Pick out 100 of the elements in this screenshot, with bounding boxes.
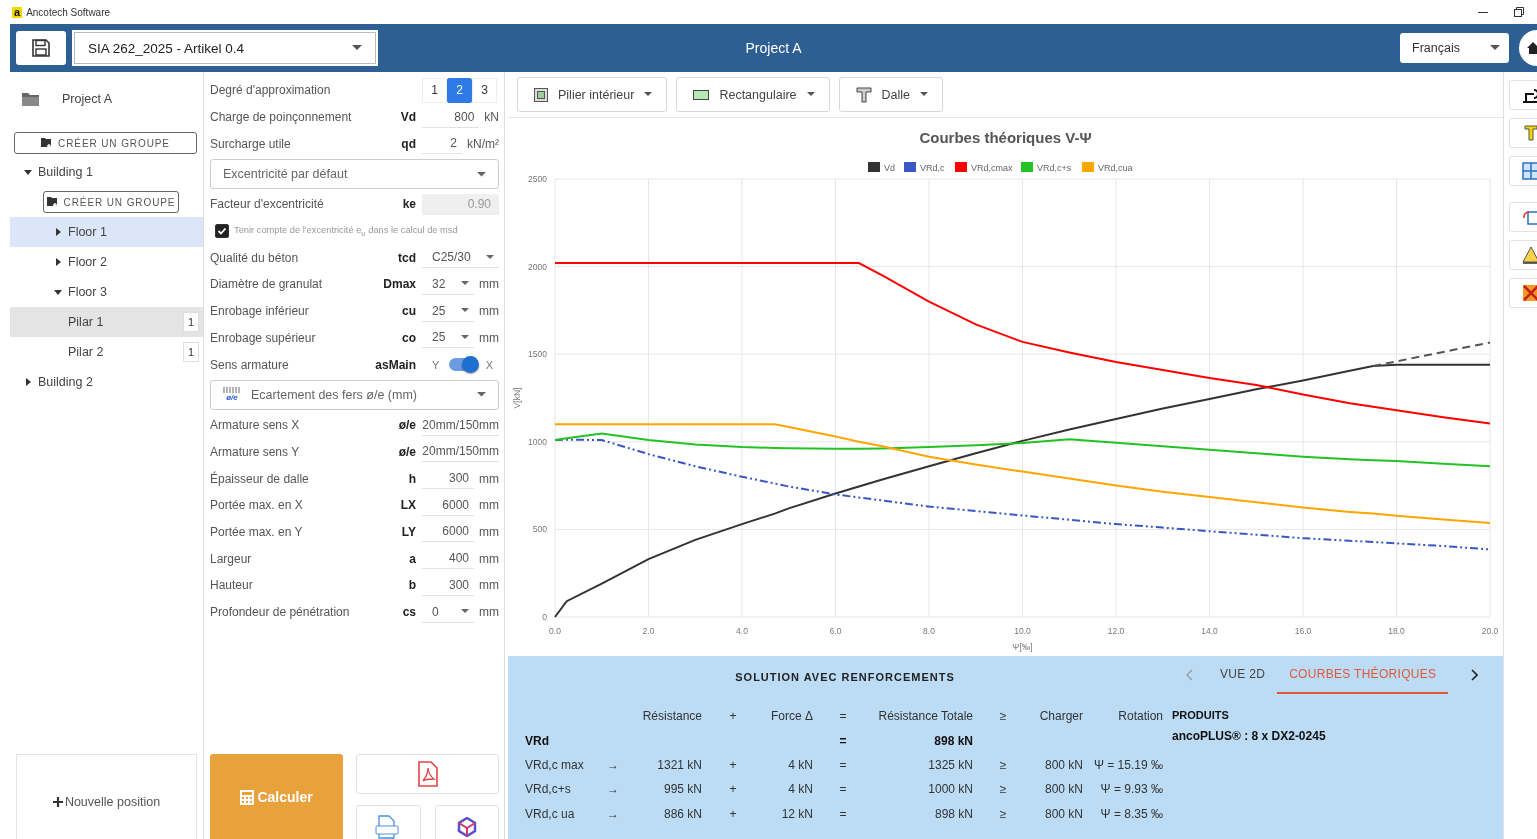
checkbox[interactable] (215, 224, 229, 239)
pdf-icon (416, 761, 439, 787)
approximation-option[interactable]: 1 (422, 77, 447, 103)
folder-add-icon (41, 138, 53, 148)
field-label: Enrobage supérieur (210, 330, 317, 345)
table-cell-text: 898 kN (933, 733, 973, 748)
y-axis-title: V[kN] (512, 387, 522, 409)
tree-item[interactable]: Floor 1 (10, 217, 203, 247)
caret-icon (486, 254, 494, 260)
tree-item[interactable]: Building 1 (10, 157, 203, 187)
toggle-label: Y (432, 358, 440, 371)
unit-label: mm (479, 578, 499, 593)
caret-icon (461, 334, 469, 340)
x-axis-title: Ψ[‰] (1012, 642, 1033, 652)
input-field[interactable]: 800 (422, 106, 480, 128)
tree-item[interactable]: Floor 3 (10, 277, 203, 307)
tree-item[interactable]: Floor 2 (10, 247, 203, 277)
field-label: Degré d'approximation (210, 83, 332, 98)
input-field[interactable]: 6000 (422, 521, 474, 543)
axis-tick-label: 1500 (528, 349, 547, 360)
axis-tick-label: 1000 (528, 436, 547, 447)
axis-tick-label: 16.0 (1294, 626, 1312, 636)
approximation-option[interactable]: 2 (447, 77, 472, 103)
approximation-option[interactable]: 3 (472, 77, 497, 103)
table-cell-text: → (606, 782, 620, 797)
new-position-button[interactable]: Nouvelle position (16, 754, 197, 839)
language-select[interactable]: Français (1400, 33, 1509, 63)
tool-button[interactable] (1509, 240, 1537, 270)
field-label: Sens armature (210, 357, 290, 372)
tree-item[interactable]: Building 2 (10, 367, 203, 397)
dropdown-field[interactable]: 25 (422, 327, 474, 349)
table-cell-text: 4 kN (787, 757, 813, 772)
count-badge: 1 (183, 342, 199, 362)
legend-item[interactable]: VRd,cua (1082, 162, 1133, 173)
dropdown-field[interactable]: 25 (422, 300, 474, 322)
axis-tick-label: 500 (532, 524, 547, 535)
column-header: = (838, 709, 848, 724)
legend-item[interactable]: VRd,cmax (955, 162, 1013, 173)
axis-tick-label: 2000 (528, 261, 547, 272)
dropdown-field[interactable]: 32 (422, 273, 474, 295)
caret-icon (806, 92, 815, 97)
table-cell-text: = (838, 782, 848, 797)
folder-add-icon (46, 197, 58, 207)
tool-button[interactable] (1509, 80, 1537, 110)
input-field[interactable]: 400 (422, 548, 474, 570)
unit-label: mm (479, 605, 499, 620)
axis-tick-label: 18.0 (1388, 626, 1405, 636)
type-dropdown-button[interactable]: Pilier intérieur (517, 77, 668, 112)
save-button[interactable] (16, 31, 66, 65)
product-text: ancoPLUS® : 8 x DX2-0245 (1172, 729, 1327, 743)
input-field[interactable]: 20mm/150mm (422, 414, 499, 436)
tree-item[interactable]: Pilar 1 1 (10, 307, 203, 337)
app-logo: a (12, 6, 23, 18)
table-cell-text: ≥ (998, 782, 1008, 797)
create-group-button[interactable]: CRÉER UN GROUPE (14, 132, 197, 154)
field-symbol: ø/e (398, 444, 416, 459)
axis-tick-label: 2.0 (642, 626, 655, 636)
direction-toggle[interactable] (448, 358, 477, 372)
standard-select[interactable]: SIA 262_2025 - Artikel 0.4 (72, 30, 378, 66)
select-field[interactable]: ø/e Ecartement des fers ø/e (mm) (210, 379, 499, 410)
unit-label: mm (479, 498, 499, 513)
legend-item[interactable]: Vd (868, 162, 895, 173)
restore-icon[interactable] (1513, 6, 1525, 18)
axis-tick-label: 10.0 (1014, 626, 1031, 636)
legend-item[interactable]: VRd,c (904, 162, 945, 173)
checkbox-label: Tenir compte de l'excentricité e$_{u}$ dans le calcul de msd (234, 224, 458, 238)
type-dropdown-button[interactable]: Rectangulaire (676, 77, 830, 112)
caret-icon (477, 171, 486, 177)
model-export-button[interactable] (434, 805, 499, 839)
count-badge: 1 (183, 312, 199, 332)
select-field[interactable]: Excentricité par défaut (210, 159, 499, 190)
axis-tick-label: 8.0 (923, 626, 935, 636)
input-field[interactable]: 2 (422, 133, 462, 155)
axis-tick-label: 14.0 (1201, 626, 1218, 636)
input-field[interactable]: 6000 (422, 494, 474, 516)
dropdown-field[interactable]: 0 (422, 601, 474, 623)
legend-item[interactable]: VRd,c+s (1021, 162, 1072, 173)
dropdown-field[interactable]: C25/30 (422, 247, 499, 269)
caret-icon (461, 609, 469, 615)
unit-label: kN/m² (467, 136, 499, 151)
axis-tick-label: 2500 (528, 174, 547, 184)
input-field[interactable]: 300 (422, 574, 474, 596)
chevron-right-icon[interactable] (1470, 669, 1479, 681)
input-field[interactable]: 300 (422, 468, 474, 490)
type-dropdown-button[interactable]: Dalle (838, 77, 944, 112)
field-symbol: h (408, 471, 416, 486)
column-header: Force Δ (769, 709, 813, 724)
field-label: Diamètre de granulat (210, 277, 324, 292)
caret-icon (920, 92, 929, 97)
project-item[interactable]: Project A (10, 84, 203, 114)
table-cell-text: + (728, 782, 738, 797)
create-group-button[interactable]: CRÉER UN GROUPE (43, 191, 179, 213)
input-field[interactable]: 20mm/150mm (422, 441, 499, 463)
table-cell-text: 1321 kN (656, 757, 702, 772)
view-tab[interactable]: VUE 2D (1208, 656, 1278, 694)
tree-item[interactable]: Pilar 2 1 (10, 337, 203, 367)
pdf-export-button[interactable] (356, 754, 499, 794)
field-symbol: ø/e (398, 418, 416, 433)
legend-label: VRd,c+s (1037, 162, 1072, 173)
column-header: Résistance Totale (877, 709, 973, 724)
